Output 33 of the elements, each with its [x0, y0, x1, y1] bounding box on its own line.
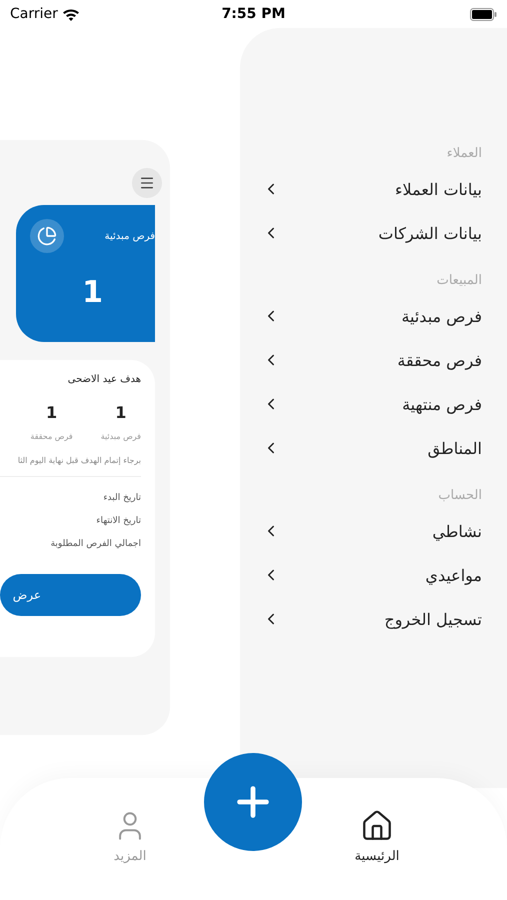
summary-value: 1	[82, 275, 103, 310]
menu-item[interactable]: فرص مبدئية	[262, 294, 482, 338]
house-icon	[360, 809, 394, 843]
carrier-text: Carrier	[10, 6, 58, 22]
menu-item[interactable]: تسجيل الخروج	[262, 597, 482, 641]
field-label: اجمالي الفرص المطلوبة	[50, 538, 141, 552]
section-header: الحساب	[437, 488, 482, 505]
pie-chart-icon	[30, 219, 64, 253]
field-label: تاريخ البدء	[102, 492, 141, 506]
menu-item[interactable]: فرص محققة	[262, 338, 482, 382]
battery-icon	[470, 8, 498, 20]
stat-value: 1	[46, 403, 58, 422]
view-button[interactable]: عرض	[0, 574, 141, 616]
section-header: المبيعات	[436, 273, 482, 290]
summary-label: فرص مبدئية	[104, 230, 155, 242]
wifi-icon	[62, 8, 80, 20]
stat-value: 1	[115, 403, 126, 422]
goal-title: هدف عيد الاضحى	[66, 374, 141, 385]
menu-item[interactable]: بيانات العملاء	[262, 167, 482, 211]
section-header: العملاء	[446, 146, 482, 163]
stat-label: فرص مبدئية	[100, 432, 141, 441]
menu-item[interactable]: بيانات الشركات	[262, 211, 482, 255]
stat-label: فرص محققة	[30, 432, 73, 441]
goal-note: برجاء إتمام الهدف قبل نهاية اليوم الثا	[16, 455, 141, 466]
menu-icon	[139, 175, 155, 191]
status-time: 7:55 PM	[222, 6, 286, 22]
menu-item[interactable]: فرص منتهية	[262, 382, 482, 426]
menu-item[interactable]: المناطق	[262, 426, 482, 470]
field-label: تاريخ الانتهاء	[95, 515, 141, 528]
tab-item[interactable]: الرئيسية	[327, 808, 427, 900]
menu-item[interactable]: مواعيدي	[262, 553, 482, 597]
menu-item[interactable]: نشاطي	[262, 509, 482, 553]
menu-button[interactable]	[132, 168, 162, 198]
